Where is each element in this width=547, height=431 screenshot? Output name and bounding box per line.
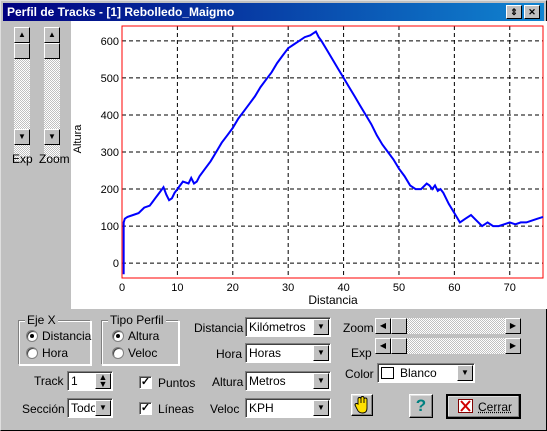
exp-hscroll-left-arrow-icon[interactable]: ◀ — [375, 338, 391, 354]
x-tick-label: 50 — [393, 282, 405, 294]
y-tick-label: 100 — [101, 221, 119, 233]
track-value[interactable]: 1 — [71, 374, 78, 388]
zoom-scroll-label: Zoom — [343, 321, 374, 335]
eje-x-distancia-radio[interactable] — [26, 330, 38, 342]
hora-units-select[interactable]: Horas ▼ — [245, 343, 331, 363]
title-bar: Perfil de Tracks - [1] Rebolledo_Maigmo … — [3, 3, 544, 21]
x-tick-label: 60 — [448, 282, 460, 294]
exp-scroll-label: Exp — [351, 346, 372, 360]
y-tick-label: 500 — [101, 73, 119, 85]
tipo-perfil-veloc-label[interactable]: Veloc — [128, 346, 157, 360]
seccion-value[interactable]: Todo — [71, 401, 97, 415]
profile-chart[interactable]: 0 10 20 30 40 50 60 70 0 100 200 300 400 500 600 Dista… — [71, 21, 547, 309]
tipo-perfil-veloc-radio[interactable] — [112, 347, 124, 359]
seccion-label: Sección — [22, 402, 65, 416]
hora-dropdown-arrow-icon[interactable]: ▼ — [313, 345, 329, 361]
tipo-perfil-altura-radio[interactable] — [112, 330, 124, 342]
cerrar-label: Cerrar — [478, 400, 513, 414]
zoom-hscroll-track[interactable] — [391, 318, 505, 334]
exp-hscroll-right-arrow-icon[interactable]: ▶ — [505, 338, 521, 354]
hora-units-value[interactable]: Horas — [249, 346, 281, 360]
puntos-label[interactable]: Puntos — [158, 376, 195, 390]
zoom-hscroll-right-arrow-icon[interactable]: ▶ — [505, 318, 521, 334]
y-tick-label: 0 — [113, 258, 119, 270]
y-axis-label: Altura — [72, 124, 84, 154]
help-button[interactable]: ? — [409, 394, 433, 418]
color-value[interactable]: Blanco — [400, 366, 437, 380]
lineas-checkbox[interactable]: ✓ — [139, 402, 152, 415]
distancia-dropdown-arrow-icon[interactable]: ▼ — [313, 319, 329, 335]
cerrar-button[interactable]: Cerrar — [446, 394, 521, 419]
hand-icon — [354, 396, 368, 414]
exp-slider-thumb[interactable] — [14, 43, 30, 59]
zoom-slider-thumb[interactable] — [44, 43, 60, 59]
tipo-perfil-altura-label[interactable]: Altura — [128, 329, 159, 343]
veloc-units-label: Veloc — [210, 402, 240, 416]
help-icon: ? — [415, 396, 427, 415]
elevation-line — [122, 30, 544, 275]
color-dropdown-arrow-icon[interactable]: ▼ — [457, 365, 473, 381]
tipo-perfil-group: Tipo Perfil Altura Veloc — [101, 313, 179, 365]
color-select[interactable]: Blanco ▼ — [377, 363, 475, 383]
x-tick-label: 30 — [282, 282, 294, 294]
zoom-slider-down-arrow-icon[interactable]: ▼ — [44, 129, 60, 145]
x-tick-label: 20 — [227, 282, 239, 294]
zoom-slider-up-arrow-icon[interactable]: ▲ — [44, 27, 60, 43]
close-button[interactable]: ✕ — [524, 5, 540, 19]
restore-button[interactable]: ⇕ — [506, 5, 522, 19]
x-axis-label: Distancia — [308, 293, 358, 307]
veloc-units-select[interactable]: KPH ▼ — [245, 398, 331, 418]
exp-hscroll-thumb[interactable] — [391, 338, 407, 354]
eje-x-group-title: Eje X — [25, 313, 58, 327]
seccion-select[interactable]: Todo ▼ — [67, 398, 113, 418]
exp-hscroll-track[interactable] — [391, 338, 505, 354]
distancia-units-select[interactable]: Kilómetros ▼ — [245, 317, 331, 337]
x-tick-label: 10 — [171, 282, 183, 294]
altura-units-label: Altura — [212, 375, 244, 389]
track-spinner[interactable]: 1 ▲ ▼ — [67, 371, 113, 391]
eje-x-group: Eje X Distancia Hora — [18, 313, 91, 365]
exp-slider-up-arrow-icon[interactable]: ▲ — [14, 27, 30, 43]
hand-tool-button[interactable] — [351, 394, 373, 416]
veloc-units-value[interactable]: KPH — [249, 401, 274, 415]
exp-slider-down-arrow-icon[interactable]: ▼ — [14, 129, 30, 145]
altura-units-select[interactable]: Metros ▼ — [245, 371, 331, 391]
window-title: Perfil de Tracks - [1] Rebolledo_Maigmo — [7, 5, 235, 19]
track-spinner-arrows-icon[interactable]: ▲ ▼ — [95, 373, 111, 389]
y-tick-label: 400 — [101, 110, 119, 122]
close-window-icon — [458, 399, 473, 413]
zoom-hscroll-left-arrow-icon[interactable]: ◀ — [375, 318, 391, 334]
eje-x-distancia-label[interactable]: Distancia — [42, 329, 91, 343]
track-label: Track — [34, 374, 64, 388]
color-label: Color — [345, 367, 374, 381]
altura-dropdown-arrow-icon[interactable]: ▼ — [313, 373, 329, 389]
y-tick-label: 300 — [101, 147, 119, 159]
distancia-units-label: Distancia — [194, 321, 244, 335]
tipo-perfil-group-title: Tipo Perfil — [108, 313, 166, 327]
seccion-dropdown-arrow-icon[interactable]: ▼ — [95, 400, 111, 416]
y-tick-label: 600 — [101, 36, 119, 48]
y-tick-label: 200 — [101, 184, 119, 196]
eje-x-hora-label[interactable]: Hora — [42, 346, 68, 360]
eje-x-hora-radio[interactable] — [26, 347, 38, 359]
hora-units-label: Hora — [216, 347, 243, 361]
color-swatch — [381, 367, 394, 379]
elevation-chart-svg: 0 10 20 30 40 50 60 700100200300400500600 Dista… — [72, 25, 544, 307]
x-tick-label: 0 — [119, 282, 125, 294]
profile-window: Perfil de Tracks - [1] Rebolledo_Maigmo … — [0, 0, 547, 431]
x-tick-label: 70 — [504, 282, 516, 294]
distancia-units-value[interactable]: Kilómetros — [249, 320, 306, 334]
zoom-hscroll-thumb[interactable] — [391, 318, 407, 334]
puntos-checkbox[interactable]: ✓ — [139, 376, 152, 389]
exp-slider-label: Exp — [12, 152, 33, 166]
lineas-label[interactable]: Líneas — [158, 402, 194, 416]
veloc-dropdown-arrow-icon[interactable]: ▼ — [313, 400, 329, 416]
altura-units-value[interactable]: Metros — [249, 374, 286, 388]
zoom-slider-label: Zoom — [39, 152, 70, 166]
